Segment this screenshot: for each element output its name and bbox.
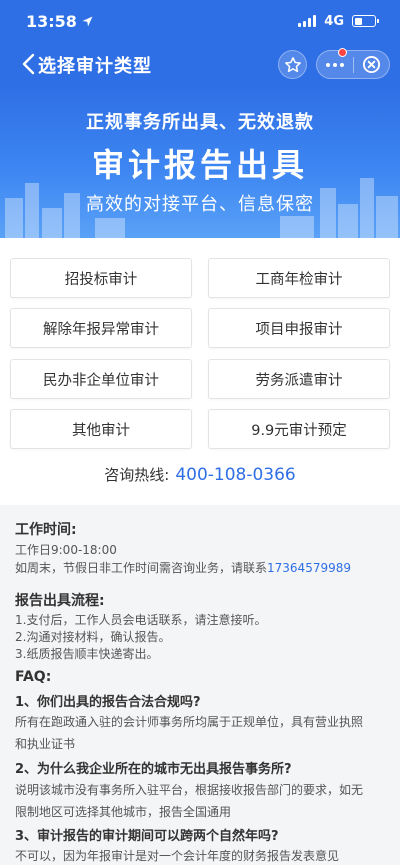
work-time-title: 工作时间:	[15, 522, 77, 538]
faq-answer: 不可以，因为年报审计是对一个会计年度的财务报告发表意见	[15, 849, 340, 863]
audit-type-grid: 招投标审计 工商年检审计 解除年报异常审计 项目申报审计 民办非企单位审计 劳务…	[0, 238, 400, 505]
faq-question: 1、你们出具的报告合法合规吗?	[15, 695, 201, 710]
audit-type-button[interactable]: 民办非企单位审计	[10, 359, 192, 399]
faq-title: FAQ:	[15, 669, 52, 685]
more-button[interactable]	[317, 48, 353, 78]
hotline: 咨询热线: 400-108-0366	[0, 464, 400, 485]
work-time-weekend-text: 如周末，节假日非工作时间需咨询业务，请联系	[15, 561, 268, 575]
faq-question: 3、审计报告的审计期间可以跨两个自然年吗?	[15, 829, 279, 844]
hotline-label: 咨询热线:	[104, 466, 170, 484]
close-circle-icon	[362, 55, 381, 74]
audit-type-button[interactable]: 工商年检审计	[208, 258, 390, 298]
weekend-phone-link[interactable]: 17364579989	[267, 561, 351, 575]
faq-answer: 说明该城市没有事务所入驻平台，根据接收报告部门的要求，如无	[15, 783, 364, 797]
work-time-weekend: 如周末，节假日非工作时间需咨询业务，请联系17364579989	[15, 560, 351, 577]
info-section: 工作时间: 工作日9:00-18:00 如周末，节假日非工作时间需咨询业务，请联…	[0, 505, 400, 865]
nav-bar: 选择审计类型	[0, 42, 400, 86]
audit-type-button[interactable]: 劳务派遣审计	[208, 359, 390, 399]
banner-headline: 审计报告出具	[91, 146, 308, 184]
favorite-button[interactable]	[278, 50, 307, 79]
audit-type-button[interactable]: 解除年报异常审计	[10, 308, 192, 348]
notification-dot	[338, 48, 347, 57]
banner-tagline-top: 正规事务所出具、无效退款	[86, 112, 314, 133]
process-step: 2.沟通对接材料，确认报告。	[15, 630, 171, 644]
audit-type-button[interactable]: 招投标审计	[10, 258, 192, 298]
process-title: 报告出具流程:	[15, 593, 105, 609]
signal-icon	[298, 15, 317, 27]
audit-type-button[interactable]: 项目申报审计	[208, 308, 390, 348]
process-step: 3.纸质报告顺丰快递寄出。	[15, 647, 159, 661]
location-arrow-icon	[82, 16, 93, 26]
faq-answer: 和执业证书	[15, 737, 76, 751]
network-type: 4G	[324, 13, 344, 29]
status-time-text: 13:58	[26, 11, 77, 31]
close-button[interactable]	[354, 51, 389, 78]
process-step: 1.支付后，工作人员会电话联系，请注意接听。	[15, 613, 267, 627]
audit-type-button[interactable]: 其他审计	[10, 409, 192, 449]
faq-question: 2、为什么我企业所在的城市无出具报告事务所?	[15, 762, 292, 777]
status-bar: 13:58 4G	[0, 0, 400, 42]
hotline-number-link[interactable]: 400-108-0366	[175, 465, 295, 485]
star-icon	[284, 56, 301, 72]
more-dots-icon	[326, 62, 344, 67]
audit-type-button[interactable]: 9.9元审计预定	[208, 409, 390, 449]
battery-icon	[352, 15, 379, 27]
banner-tagline-bottom: 高效的对接平台、信息保密	[86, 194, 314, 215]
mini-program-capsule	[316, 48, 390, 79]
faq-answer: 限制地区可选择其他城市，报告全国通用	[15, 805, 232, 819]
chevron-left-icon	[22, 53, 35, 75]
work-time-weekday: 工作日9:00-18:00	[15, 543, 117, 557]
hero-banner: 正规事务所出具、无效退款 审计报告出具 高效的对接平台、信息保密	[0, 86, 400, 238]
page-title: 选择审计类型	[38, 56, 152, 77]
status-time: 13:58	[26, 12, 93, 31]
faq-answer: 所有在跑政通入驻的会计师事务所均属于正规单位，具有营业执照	[15, 715, 364, 729]
status-indicators: 4G	[298, 13, 379, 29]
